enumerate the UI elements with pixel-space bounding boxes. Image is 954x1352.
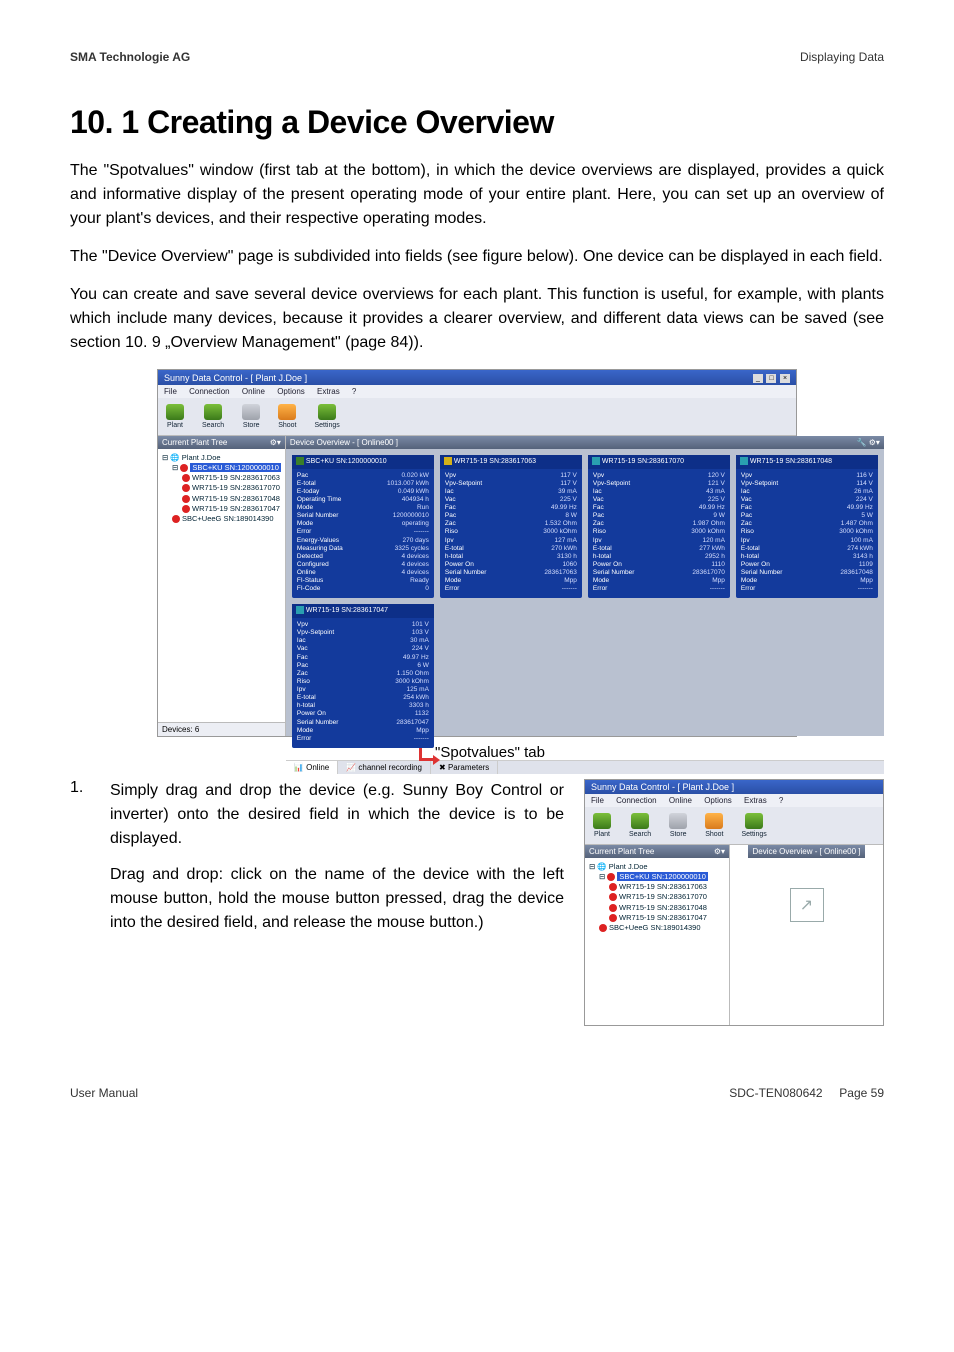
- device-card-1[interactable]: WR715-19 SN:283617063Vpv117 VVpv-Setpoin…: [440, 455, 582, 598]
- step-number: 1.: [70, 779, 110, 947]
- maximize-icon[interactable]: □: [766, 374, 776, 383]
- shoot-icon: [278, 404, 296, 420]
- tool-store[interactable]: Store: [242, 404, 260, 429]
- gear-icon[interactable]: 🔧 ⚙▾: [857, 438, 880, 447]
- tool-search[interactable]: Search: [202, 404, 224, 429]
- drop-target-placeholder-icon[interactable]: ↗: [790, 888, 824, 922]
- right-panel: Device Overview - [ Online00 ] 🔧 ⚙▾ SBC+…: [286, 436, 884, 736]
- menu-options[interactable]: Options: [277, 387, 305, 396]
- search-icon: [204, 404, 222, 420]
- bottom-tabs[interactable]: 📊 Online 📈 channel recording ✖ Parameter…: [286, 760, 884, 774]
- tool-settings[interactable]: Settings: [314, 404, 339, 429]
- settings-icon: [318, 404, 336, 420]
- step-text-1: Simply drag and drop the device (e.g. Su…: [110, 779, 564, 851]
- page-title: 10. 1 Creating a Device Overview: [70, 104, 884, 141]
- tree-selected: SBC+KU SN:1200000010: [190, 463, 281, 472]
- menu-online[interactable]: Online: [242, 387, 265, 396]
- device-count: Devices: 6: [158, 722, 285, 736]
- section-label: Displaying Data: [800, 50, 884, 64]
- intro-para-1: The "Spotvalues" window (first tab at th…: [70, 159, 884, 231]
- device-card-3[interactable]: WR715-19 SN:283617048Vpv116 VVpv-Setpoin…: [736, 455, 878, 598]
- device-card-4[interactable]: WR715-19 SN:283617047Vpv101 VVpv-Setpoin…: [292, 604, 434, 747]
- tree-item: WR715-19 SN:283617048: [192, 494, 280, 503]
- tab-online[interactable]: 📊 Online: [286, 761, 338, 774]
- minimize-icon[interactable]: _: [753, 374, 763, 383]
- menu-bar[interactable]: File Connection Online Options Extras ?: [158, 385, 796, 398]
- small-screenshot: Sunny Data Control - [ Plant J.Doe ] Fil…: [584, 779, 884, 1026]
- menu-connection[interactable]: Connection: [189, 387, 229, 396]
- close-icon[interactable]: ×: [780, 374, 790, 383]
- footer-docid: SDC-TEN080642: [729, 1086, 822, 1100]
- step-text-2: Drag and drop: click on the name of the …: [110, 863, 564, 935]
- footer-page: Page 59: [839, 1086, 884, 1100]
- menu-bar[interactable]: File Connection Online Options Extras ?: [585, 794, 883, 807]
- store-icon: [242, 404, 260, 420]
- overview-header: Device Overview - [ Online00 ]: [290, 438, 398, 447]
- brand-label: SMA Technologie AG: [70, 50, 190, 64]
- tree-item: WR715-19 SN:283617070: [192, 483, 280, 492]
- window-title: Sunny Data Control - [ Plant J.Doe ]: [164, 373, 307, 383]
- left-panel: Current Plant Tree ⚙▾ ⊟ 🌐 Plant J.Doe ⊟ …: [158, 436, 286, 736]
- tree-item: WR715-19 SN:283617063: [192, 473, 280, 482]
- tool-plant[interactable]: Plant: [166, 404, 184, 429]
- menu-help[interactable]: ?: [352, 387, 356, 396]
- tool-shoot[interactable]: Shoot: [705, 813, 723, 838]
- tree-item: WR715-19 SN:283617047: [192, 504, 280, 513]
- main-screenshot: Sunny Data Control - [ Plant J.Doe ] _ □…: [157, 369, 797, 737]
- tree-root: Plant J.Doe: [182, 453, 221, 462]
- tool-search[interactable]: Search: [629, 813, 651, 838]
- plant-icon: [166, 404, 184, 420]
- tree-item: SBC+UeeG SN:189014390: [182, 514, 274, 523]
- tree-header: Current Plant Tree: [162, 438, 227, 447]
- device-tree[interactable]: ⊟ 🌐 Plant J.Doe ⊟ SBC+KU SN:1200000010 W…: [158, 449, 285, 722]
- intro-para-3: You can create and save several device o…: [70, 283, 884, 355]
- footer-left: User Manual: [70, 1086, 138, 1100]
- window-title: Sunny Data Control - [ Plant J.Doe ]: [591, 782, 734, 792]
- device-card-sbc[interactable]: SBC+KU SN:1200000010Pac0.020 kWE-total10…: [292, 455, 434, 598]
- menu-file[interactable]: File: [164, 387, 177, 396]
- tab-parameters[interactable]: ✖ Parameters: [431, 761, 498, 774]
- window-controls[interactable]: _ □ ×: [752, 372, 790, 383]
- device-card-2[interactable]: WR715-19 SN:283617070Vpv120 VVpv-Setpoin…: [588, 455, 730, 598]
- gear-icon[interactable]: ⚙▾: [714, 847, 725, 856]
- toolbar: Plant Search Store Shoot Settings: [158, 398, 796, 436]
- tab-channel-recording[interactable]: 📈 channel recording: [338, 761, 431, 774]
- tool-shoot[interactable]: Shoot: [278, 404, 296, 429]
- tool-store[interactable]: Store: [669, 813, 687, 838]
- tool-plant[interactable]: Plant: [593, 813, 611, 838]
- gear-icon[interactable]: ⚙▾: [270, 438, 281, 447]
- tool-settings[interactable]: Settings: [741, 813, 766, 838]
- menu-extras[interactable]: Extras: [317, 387, 340, 396]
- intro-para-2: The "Device Overview" page is subdivided…: [70, 245, 884, 269]
